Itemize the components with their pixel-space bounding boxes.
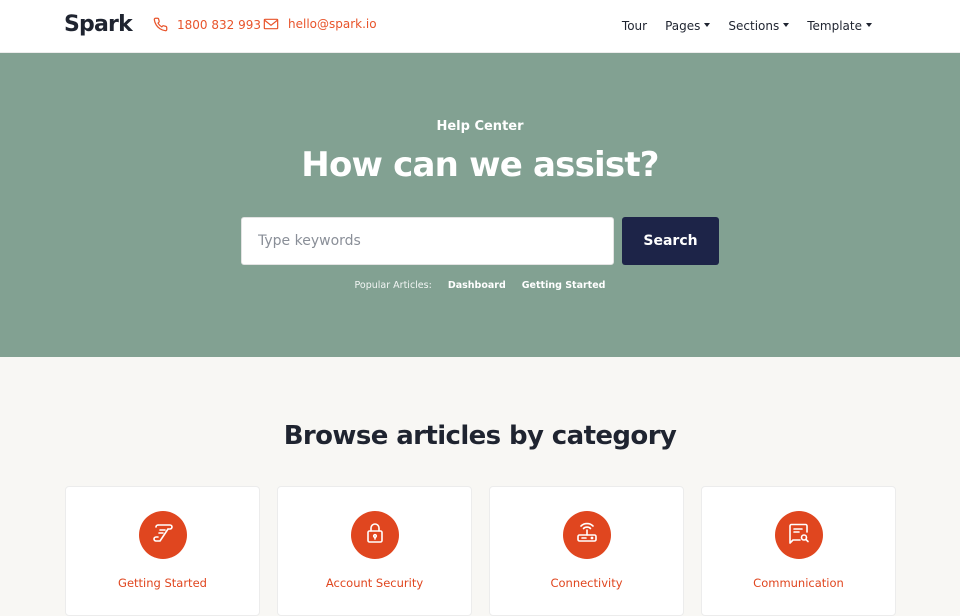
phone-contact[interactable]: 1800 832 993 [153, 17, 261, 32]
category-card-connectivity[interactable]: Connectivity [489, 486, 684, 616]
hero-title: How can we assist? [301, 145, 659, 185]
hero-section: Help Center How can we assist? Search Po… [0, 53, 960, 357]
category-label: Connectivity [550, 576, 623, 590]
menu-item-tour[interactable]: Tour [622, 19, 647, 33]
category-label: Account Security [325, 576, 424, 590]
menu-item-sections[interactable]: Sections [728, 19, 790, 33]
lock-icon [364, 521, 386, 549]
router-icon [575, 521, 599, 549]
top-navbar: Spark 1800 832 993 hello@spark.io Tour P… [0, 0, 960, 53]
popular-link-dashboard[interactable]: Dashboard [448, 280, 506, 291]
scroll-icon [151, 521, 175, 549]
mail-icon [263, 17, 279, 31]
caret-down-icon [866, 23, 872, 27]
category-card-account-security[interactable]: Account Security [277, 486, 472, 616]
popular-articles: Popular Articles: Dashboard Getting Star… [0, 280, 960, 291]
menu-item-label: Sections [728, 19, 780, 33]
section-title: Browse articles by category [283, 421, 677, 451]
brand-logo[interactable]: Spark [64, 12, 133, 37]
menu-item-template[interactable]: Template [807, 19, 872, 33]
popular-articles-label: Popular Articles: [354, 280, 432, 291]
menu-item-pages[interactable]: Pages [665, 19, 711, 33]
menu-item-label: Template [807, 19, 862, 33]
popular-link-getting-started[interactable]: Getting Started [522, 280, 606, 291]
phone-number: 1800 832 993 [177, 17, 261, 32]
caret-down-icon [704, 23, 711, 27]
menu-item-label: Tour [621, 19, 648, 33]
main-menu: Tour Pages Sections Template [622, 19, 872, 33]
category-icon-badge [563, 511, 611, 559]
category-label: Getting Started [118, 576, 207, 590]
category-cards: Getting Started Account Security Connect… [65, 486, 896, 616]
phone-icon [153, 17, 168, 32]
hero-kicker: Help Center [436, 119, 524, 134]
category-icon-badge [139, 511, 187, 559]
search-button[interactable]: Search [622, 217, 719, 265]
email-contact[interactable]: hello@spark.io [263, 17, 377, 31]
email-address: hello@spark.io [288, 17, 377, 31]
category-label: Communication [753, 576, 844, 590]
category-icon-badge [351, 511, 399, 559]
caret-down-icon [783, 23, 790, 27]
menu-item-label: Pages [665, 19, 701, 33]
category-card-getting-started[interactable]: Getting Started [65, 486, 260, 616]
chat-search-icon [787, 521, 811, 549]
search-input[interactable] [241, 217, 614, 265]
category-card-communication[interactable]: Communication [701, 486, 896, 616]
category-icon-badge [775, 511, 823, 559]
